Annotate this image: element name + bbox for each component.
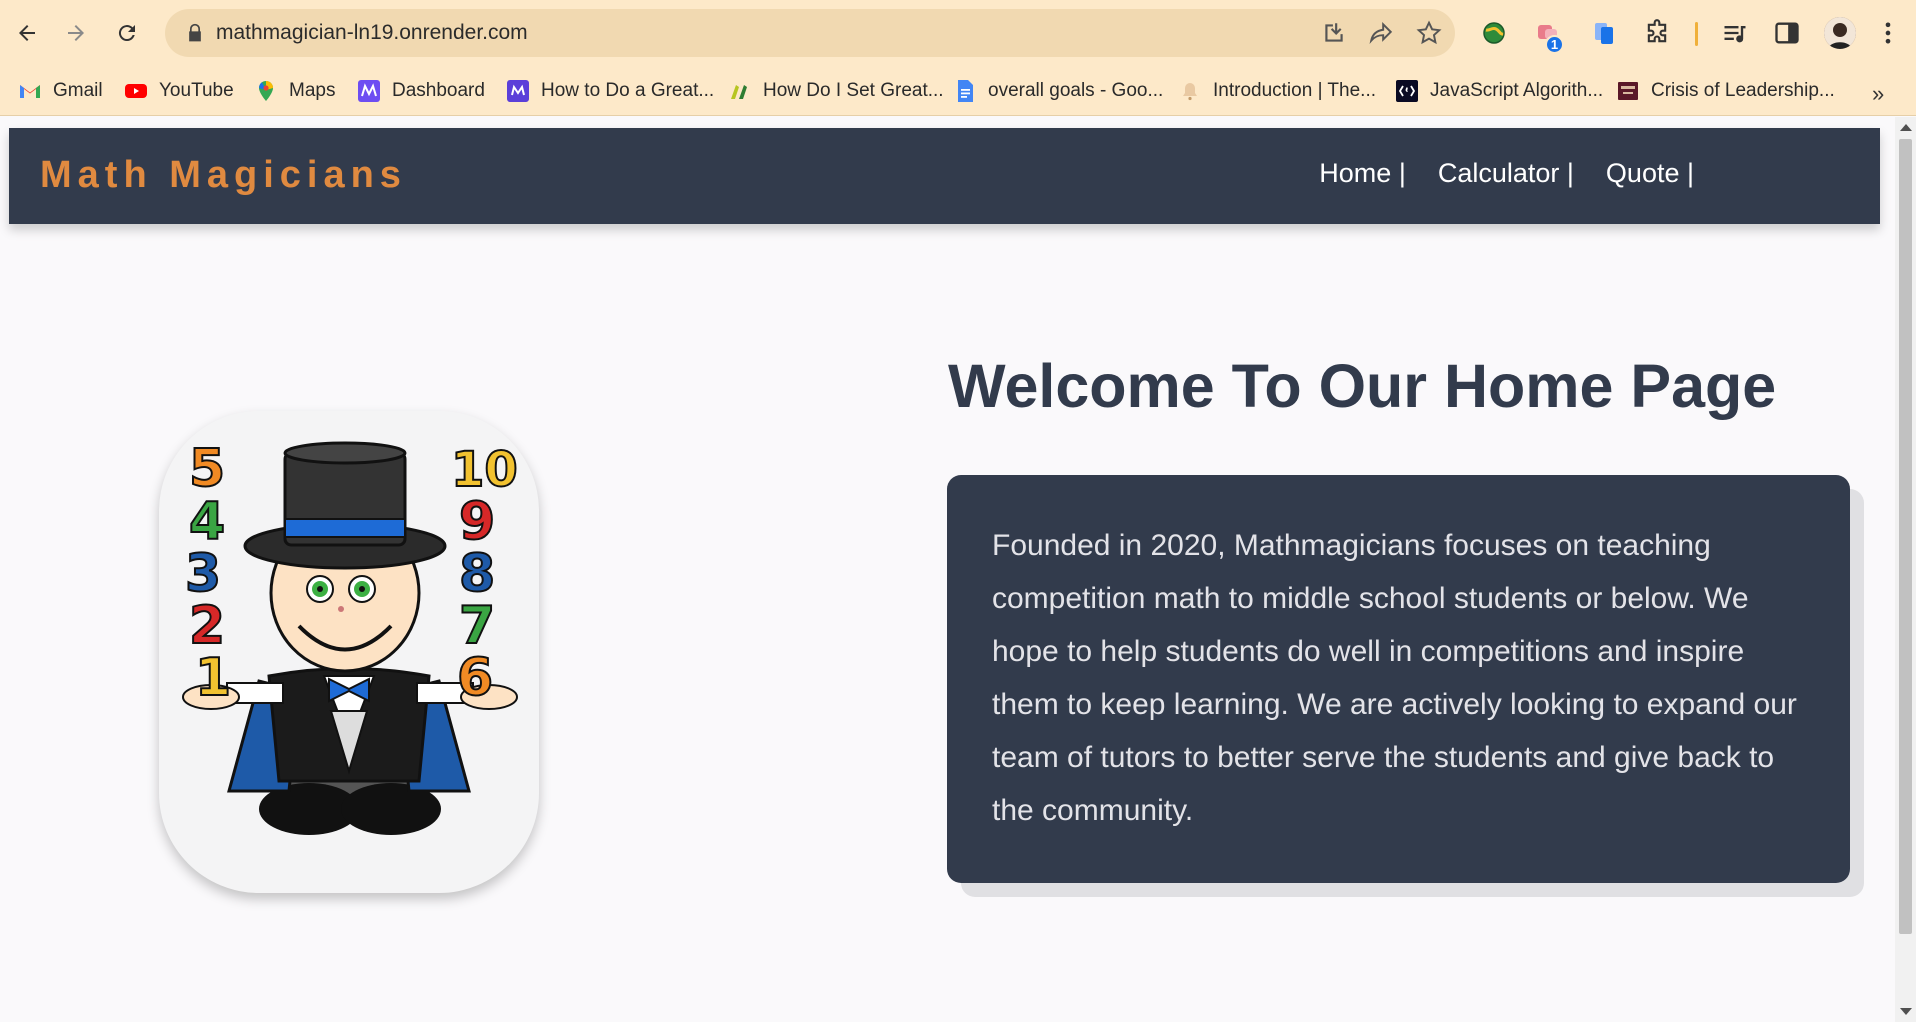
page-viewport: Math Magicians Home | Calculator | Quote… xyxy=(0,117,1895,1022)
svg-text:2: 2 xyxy=(189,596,225,656)
svg-text:5: 5 xyxy=(189,439,225,499)
browser-toolbar: mathmagician-ln19.onrender.com 1 xyxy=(0,0,1916,66)
share-icon[interactable] xyxy=(1368,20,1394,46)
about-card: Founded in 2020, Mathmagicians focuses o… xyxy=(947,475,1850,883)
bookmark-crisis-of-leadership[interactable]: Crisis of Leadership... xyxy=(1616,74,1835,108)
site-logo-text[interactable]: Math Magicians xyxy=(40,154,407,197)
bell-logo-icon xyxy=(1178,79,1202,103)
bookmark-maps[interactable]: Maps xyxy=(254,74,335,108)
dashboard-icon xyxy=(357,79,381,103)
gmail-icon xyxy=(18,79,42,103)
nav-link-quote[interactable]: Quote | xyxy=(1606,158,1694,189)
bookmark-javascript-algorithms[interactable]: JavaScript Algorith... xyxy=(1395,74,1603,108)
bookmark-youtube[interactable]: YouTube xyxy=(124,74,234,108)
svg-text:8: 8 xyxy=(459,544,495,604)
purple-logo-icon xyxy=(506,79,530,103)
bookmark-introduction[interactable]: Introduction | The... xyxy=(1178,74,1376,108)
copy-extension-icon[interactable] xyxy=(1588,17,1620,49)
bookmark-overall-goals[interactable]: overall goals - Goo... xyxy=(953,74,1163,108)
magician-hero-image: 5 4 3 2 1 10 9 8 7 6 xyxy=(159,411,539,893)
bookmarks-bar: Gmail YouTube Maps Dashboard How to Do a… xyxy=(0,66,1916,116)
address-bar[interactable]: mathmagician-ln19.onrender.com xyxy=(165,9,1455,57)
bookmark-label: JavaScript Algorith... xyxy=(1430,80,1604,101)
nav-link-calculator[interactable]: Calculator | xyxy=(1438,158,1574,189)
media-queue-icon[interactable] xyxy=(1719,17,1751,49)
bookmark-label: Gmail xyxy=(53,80,103,101)
svg-text:4: 4 xyxy=(189,492,225,552)
book-icon xyxy=(1616,79,1640,103)
extension-badge: 1 xyxy=(1545,35,1564,54)
svg-text:3: 3 xyxy=(185,544,221,604)
freecodecamp-icon xyxy=(1395,79,1419,103)
svg-text:9: 9 xyxy=(459,492,495,552)
main-nav: Home | Calculator | Quote | xyxy=(1319,158,1694,189)
site-header: Math Magicians Home | Calculator | Quote… xyxy=(9,128,1880,224)
menu-kebab-icon[interactable] xyxy=(1872,17,1904,49)
google-docs-icon xyxy=(953,79,977,103)
bookmark-label: How to Do a Great... xyxy=(541,80,715,101)
bookmark-label: Maps xyxy=(289,80,336,101)
bookmark-label: overall goals - Goo... xyxy=(988,80,1164,101)
about-text: Founded in 2020, Mathmagicians focuses o… xyxy=(992,529,1797,827)
scroll-up-icon[interactable] xyxy=(1900,124,1912,131)
reload-button[interactable] xyxy=(107,13,147,53)
scrollbar-thumb[interactable] xyxy=(1899,139,1912,934)
svg-text:10: 10 xyxy=(451,442,518,498)
svg-text:7: 7 xyxy=(459,596,495,656)
svg-text:6: 6 xyxy=(457,648,493,708)
svg-text:1: 1 xyxy=(195,648,231,708)
bookmark-label: How Do I Set Great... xyxy=(763,80,944,101)
bookmark-label: Dashboard xyxy=(392,80,485,101)
youtube-icon xyxy=(124,79,148,103)
green-logo-icon xyxy=(728,79,752,103)
bookmark-dashboard[interactable]: Dashboard xyxy=(357,74,485,108)
maps-icon xyxy=(254,79,278,103)
magician-illustration-icon: 5 4 3 2 1 10 9 8 7 6 xyxy=(182,438,519,835)
side-panel-icon[interactable] xyxy=(1771,17,1803,49)
bookmark-label: Introduction | The... xyxy=(1213,80,1377,101)
url-text: mathmagician-ln19.onrender.com xyxy=(216,21,528,44)
bookmark-label: Crisis of Leadership... xyxy=(1651,80,1835,101)
back-button[interactable] xyxy=(7,13,47,53)
profile-avatar[interactable] xyxy=(1824,17,1856,49)
globe-extension-icon[interactable] xyxy=(1478,17,1510,49)
install-app-icon[interactable] xyxy=(1321,20,1347,46)
arrow-right-icon xyxy=(68,25,84,41)
arrow-left-icon xyxy=(19,25,35,41)
lock-icon xyxy=(189,23,201,42)
bookmark-how-to-do[interactable]: How to Do a Great... xyxy=(506,74,714,108)
toolbar-divider xyxy=(1695,22,1698,46)
scroll-down-icon[interactable] xyxy=(1900,1008,1912,1015)
star-icon[interactable] xyxy=(1416,20,1442,46)
forward-button[interactable] xyxy=(56,13,96,53)
bookmark-how-do-i-set[interactable]: How Do I Set Great... xyxy=(728,74,944,108)
nav-link-home[interactable]: Home | xyxy=(1319,158,1406,189)
page-title: Welcome To Our Home Page xyxy=(948,352,1777,420)
more-bookmarks-button[interactable]: » xyxy=(1872,81,1884,107)
bookmark-label: YouTube xyxy=(159,80,234,101)
bookmark-gmail[interactable]: Gmail xyxy=(18,74,103,108)
reload-icon xyxy=(118,25,135,42)
extensions-puzzle-icon[interactable] xyxy=(1641,17,1673,49)
vertical-scrollbar[interactable] xyxy=(1895,117,1916,1022)
